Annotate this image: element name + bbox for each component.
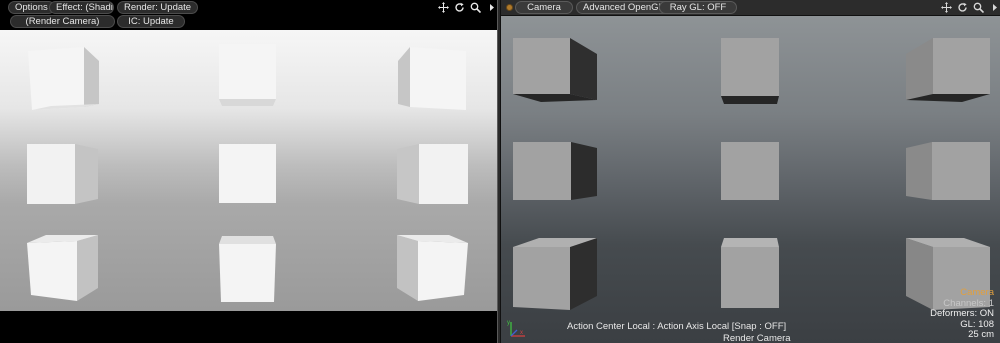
cube <box>27 235 98 301</box>
expand-arrow-icon[interactable] <box>486 2 497 13</box>
ray-gl-dropdown[interactable]: Ray GL: OFF <box>659 1 737 14</box>
options-button[interactable]: Options <box>8 1 55 14</box>
right-viewport[interactable]: Camera Advanced OpenGL Ray GL: OFF x y A… <box>501 0 1000 343</box>
cube <box>219 44 276 106</box>
hud-camera: Camera <box>960 287 994 298</box>
action-center-status: Action Center Local : Action Axis Local … <box>567 321 787 332</box>
rotate-view-icon[interactable] <box>454 2 465 13</box>
cube <box>906 142 990 200</box>
render-camera-dropdown[interactable]: (Render Camera) <box>10 15 115 28</box>
render-update-dropdown[interactable]: Render: Update <box>117 1 199 14</box>
ic-update-dropdown[interactable]: IC: Update <box>117 15 185 28</box>
cube <box>513 238 597 310</box>
cube <box>721 238 779 308</box>
viewport-hud: Camera Channels: 1 Deformers: ON GL: 108… <box>930 287 994 341</box>
cube <box>27 144 98 204</box>
right-viewport-toolbar: Camera Advanced OpenGL Ray GL: OFF <box>501 0 1000 16</box>
svg-text:y: y <box>507 320 510 326</box>
view-camera-label: Render Camera <box>723 333 791 343</box>
cube <box>513 38 597 102</box>
hud-scale: 25 cm <box>968 329 994 340</box>
cube <box>721 142 779 200</box>
hud-deformers: Deformers: ON <box>930 308 994 319</box>
camera-dropdown[interactable]: Camera <box>515 1 573 14</box>
svg-text:x: x <box>520 330 523 336</box>
left-viewport-toolbar: Options Effect: (Shadi... Render: Update… <box>0 0 497 30</box>
cube <box>398 47 466 110</box>
axis-gizmo-icon: x y <box>507 320 525 337</box>
effect-dropdown[interactable]: Effect: (Shadi... <box>49 1 114 14</box>
shading-mode-dropdown[interactable]: Advanced OpenGL <box>576 1 671 14</box>
left-viewport-bottom-bar <box>0 311 497 343</box>
viewport-state-icon[interactable] <box>506 4 513 11</box>
move-view-icon[interactable] <box>438 2 449 13</box>
cube <box>397 235 468 301</box>
left-render-canvas[interactable] <box>0 30 497 311</box>
cube <box>397 144 468 204</box>
cube <box>219 144 276 203</box>
move-view-icon[interactable] <box>941 2 952 13</box>
cube <box>721 38 779 104</box>
zoom-view-icon[interactable] <box>973 2 984 13</box>
rotate-view-icon[interactable] <box>957 2 968 13</box>
cube <box>28 47 99 110</box>
right-gl-canvas[interactable] <box>501 16 1000 343</box>
cube <box>513 142 597 200</box>
expand-arrow-icon[interactable] <box>989 2 1000 13</box>
left-viewport[interactable]: Options Effect: (Shadi... Render: Update… <box>0 0 497 343</box>
cube <box>219 236 276 302</box>
zoom-view-icon[interactable] <box>470 2 481 13</box>
cube <box>906 38 990 102</box>
